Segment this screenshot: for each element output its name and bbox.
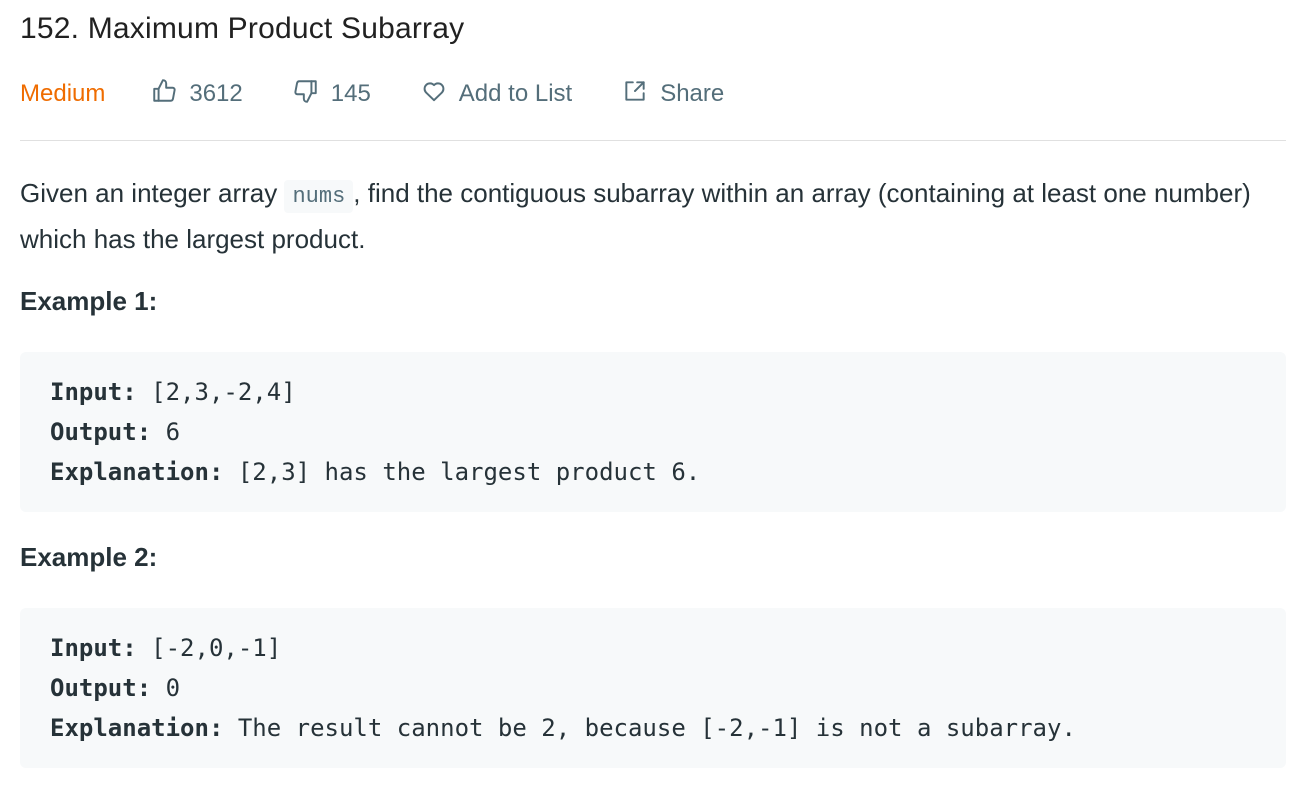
explanation-label: Explanation: xyxy=(50,458,224,486)
heart-icon xyxy=(421,78,459,111)
thumbs-down-icon xyxy=(293,78,331,111)
example-2-explanation-line: Explanation: The result cannot be 2, bec… xyxy=(50,708,1256,748)
explanation-label: Explanation: xyxy=(50,714,224,742)
add-to-list-label: Add to List xyxy=(458,80,573,107)
input-value: [-2,0,-1] xyxy=(136,634,282,662)
example-2-input-line: Input: [-2,0,-1] xyxy=(50,628,1256,668)
share-icon xyxy=(622,78,660,111)
example-2-code-block: Input: [-2,0,-1] Output: 0 Explanation: … xyxy=(20,608,1286,768)
input-label: Input: xyxy=(50,378,137,406)
example-2-heading: Example 2: xyxy=(20,542,158,572)
output-value: 6 xyxy=(151,418,181,446)
example-1-code-block: Input: [2,3,-2,4] Output: 6 Explanation:… xyxy=(20,352,1286,512)
example-1-explanation-line: Explanation: [2,3] has the largest produ… xyxy=(50,452,1256,492)
share-label: Share xyxy=(660,80,725,107)
dislike-button[interactable]: 145 xyxy=(293,78,371,111)
thumbs-up-icon xyxy=(151,78,189,111)
explanation-value: [2,3] has the largest product 6. xyxy=(223,458,701,486)
inline-code-nums: nums xyxy=(284,180,354,213)
problem-description: Given an integer array nums, find the co… xyxy=(20,172,1290,260)
problem-page: 152. Maximum Product Subarray Medium 361… xyxy=(0,0,1308,792)
example-2-output-line: Output: 0 xyxy=(50,668,1256,708)
add-to-list-button[interactable]: Add to List xyxy=(421,78,572,111)
example-1-output-line: Output: 6 xyxy=(50,412,1256,452)
problem-meta-bar: Medium 3612 145 Add to List Share xyxy=(20,74,774,114)
like-button[interactable]: 3612 xyxy=(151,78,243,111)
example-1-input-line: Input: [2,3,-2,4] xyxy=(50,372,1256,412)
input-value: [2,3,-2,4] xyxy=(136,378,296,406)
example-1-heading: Example 1: xyxy=(20,286,158,316)
output-value: 0 xyxy=(151,674,181,702)
page-title: 152. Maximum Product Subarray xyxy=(20,12,465,45)
output-label: Output: xyxy=(50,418,152,446)
description-text-start: Given an integer array xyxy=(20,178,285,208)
header-divider xyxy=(20,140,1286,141)
share-button[interactable]: Share xyxy=(622,78,724,111)
input-label: Input: xyxy=(50,634,137,662)
explanation-value: The result cannot be 2, because [-2,-1] … xyxy=(223,714,1076,742)
like-count: 3612 xyxy=(189,80,243,107)
dislike-count: 145 xyxy=(330,80,371,107)
output-label: Output: xyxy=(50,674,152,702)
difficulty-badge: Medium xyxy=(20,80,106,107)
